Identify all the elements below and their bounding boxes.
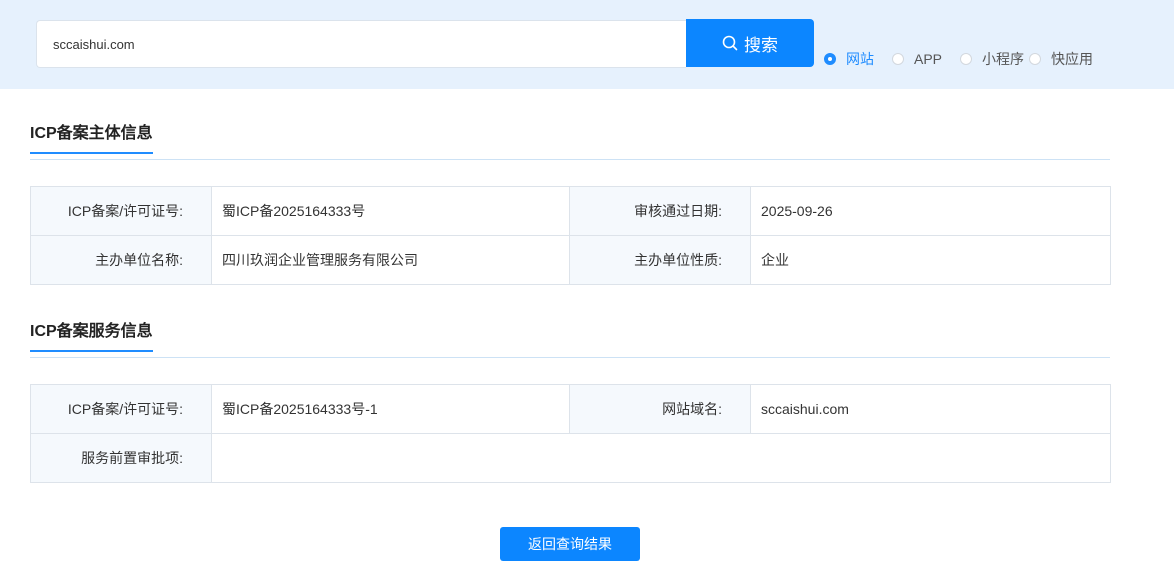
label-license-no: ICP备案/许可证号: [30, 186, 212, 236]
service-section-title: ICP备案服务信息 [30, 322, 153, 352]
value-organizer-name: 四川玖润企业管理服务有限公司 [211, 235, 570, 285]
radio-dot [960, 53, 972, 65]
value-pre-approval [211, 433, 1111, 483]
table-row: 主办单位名称: 四川玖润企业管理服务有限公司 主办单位性质: 企业 [30, 235, 1111, 285]
label-organizer-name: 主办单位名称: [30, 235, 212, 285]
subject-section-title: ICP备案主体信息 [30, 124, 153, 154]
radio-dot [892, 53, 904, 65]
radio-label-website: 网站 [846, 51, 874, 67]
label-organizer-type: 主办单位性质: [569, 235, 751, 285]
search-input[interactable] [36, 20, 686, 68]
radio-dot [1029, 53, 1041, 65]
section-divider [30, 159, 1110, 160]
radio-label-miniprogram: 小程序 [982, 51, 1024, 67]
value-service-license-no: 蜀ICP备2025164333号-1 [211, 384, 570, 434]
label-approval-date: 审核通过日期: [569, 186, 751, 236]
radio-label-quickapp: 快应用 [1051, 51, 1093, 67]
radio-app[interactable]: APP [892, 49, 942, 69]
value-domain: sccaishui.com [750, 384, 1111, 434]
table-row: 服务前置审批项: [30, 433, 1111, 483]
label-service-license-no: ICP备案/许可证号: [30, 384, 212, 434]
subject-info-table: ICP备案/许可证号: 蜀ICP备2025164333号 审核通过日期: 202… [30, 186, 1111, 285]
search-button[interactable]: 搜索 [686, 19, 814, 67]
value-approval-date: 2025-09-26 [750, 186, 1111, 236]
radio-dot-checked [824, 53, 836, 65]
search-button-label: 搜索 [744, 35, 778, 55]
label-domain: 网站域名: [569, 384, 751, 434]
search-icon [722, 35, 738, 51]
label-pre-approval: 服务前置审批项: [30, 433, 212, 483]
back-to-results-button[interactable]: 返回查询结果 [500, 527, 640, 561]
service-info-table: ICP备案/许可证号: 蜀ICP备2025164333号-1 网站域名: scc… [30, 384, 1111, 483]
table-row: ICP备案/许可证号: 蜀ICP备2025164333号 审核通过日期: 202… [30, 186, 1111, 236]
table-row: ICP备案/许可证号: 蜀ICP备2025164333号-1 网站域名: scc… [30, 384, 1111, 434]
search-bar: 搜索 网站 APP 小程序 快应用 [0, 0, 1174, 89]
radio-quickapp[interactable]: 快应用 [1029, 49, 1093, 69]
radio-miniprogram[interactable]: 小程序 [960, 49, 1024, 69]
radio-label-app: APP [914, 51, 943, 67]
section-divider [30, 357, 1110, 358]
radio-website[interactable]: 网站 [824, 49, 874, 69]
value-organizer-type: 企业 [750, 235, 1111, 285]
value-license-no: 蜀ICP备2025164333号 [211, 186, 570, 236]
